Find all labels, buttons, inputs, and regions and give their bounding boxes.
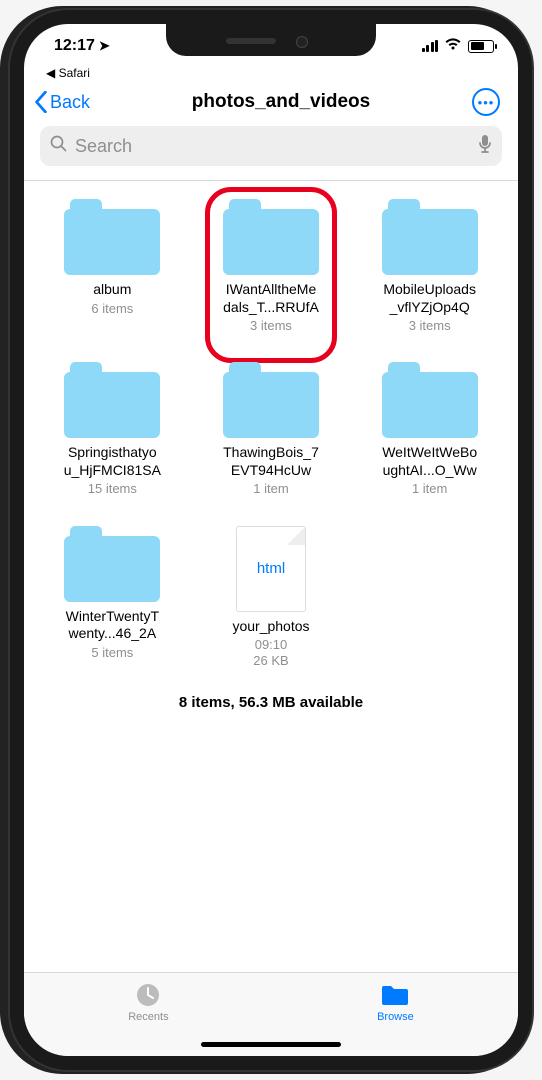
item-meta: 3 items (250, 318, 292, 334)
clock-icon (134, 981, 162, 1009)
back-button[interactable]: Back (34, 91, 90, 113)
item-meta: 5 items (91, 645, 133, 661)
search-icon (50, 135, 67, 157)
item-name: Springisthatyo (68, 444, 157, 462)
item-name-line2: u_HjFMCI81SA (64, 462, 161, 480)
back-label: Back (50, 92, 90, 113)
ellipsis-icon: ••• (478, 95, 495, 110)
folder-icon (381, 981, 409, 1009)
item-meta: 1 item (253, 481, 288, 497)
item-meta: 15 items (88, 481, 137, 497)
item-name-line2: _vflYZjOp4Q (390, 299, 470, 317)
app-return-breadcrumb[interactable]: ◀ Safari (24, 66, 518, 80)
folder-icon (223, 199, 319, 275)
notch (166, 24, 376, 56)
item-meta: 3 items (409, 318, 451, 334)
folder-item[interactable]: MobileUploads_vflYZjOp4Q3 items (357, 199, 502, 334)
item-meta: 6 items (91, 301, 133, 317)
wifi-icon (444, 37, 462, 55)
more-button[interactable]: ••• (472, 88, 500, 116)
file-icon: html (236, 526, 306, 612)
folder-item[interactable]: ThawingBois_7EVT94HcUw1 item (199, 362, 344, 497)
item-name: IWantAlltheMe (226, 281, 317, 299)
folder-icon (64, 526, 160, 602)
microphone-icon[interactable] (478, 134, 492, 159)
page-title: photos_and_videos (192, 91, 370, 113)
folder-icon (382, 199, 478, 275)
nav-bar: Back photos_and_videos ••• (24, 80, 518, 122)
item-name-line2: EVT94HcUw (231, 462, 311, 480)
file-item[interactable]: html your_photos09:10 26 KB (199, 526, 344, 670)
tab-recents[interactable]: Recents (128, 981, 168, 1056)
item-name-line2: dals_T...RRUfA (223, 299, 319, 317)
location-icon: ➤ (99, 38, 110, 54)
folder-item[interactable]: album 6 items (40, 199, 185, 334)
folder-item[interactable]: Springisthatyou_HjFMCI81SA15 items (40, 362, 185, 497)
status-time: 12:17 (54, 37, 95, 55)
item-name: ThawingBois_7 (223, 444, 319, 462)
item-meta: 09:10 26 KB (253, 637, 288, 670)
battery-icon (468, 40, 494, 53)
folder-item[interactable]: IWantAlltheMedals_T...RRUfA3 items (199, 199, 344, 334)
tab-browse[interactable]: Browse (377, 981, 414, 1056)
folder-item[interactable]: WinterTwentyTwenty...46_2A 5 items (40, 526, 185, 670)
search-bar[interactable] (40, 126, 502, 166)
folder-icon (64, 199, 160, 275)
tab-bar: Recents Browse (24, 972, 518, 1056)
item-meta: 1 item (412, 481, 447, 497)
item-name-line2: wenty...46_2A (68, 625, 156, 643)
signal-icon (422, 40, 439, 52)
content-area: album6 itemsIWantAlltheMedals_T...RRUfA3… (24, 181, 518, 972)
phone-frame: 12:17 ➤ ◀ Safari Back photos_and_videos … (10, 10, 532, 1070)
item-name: WinterTwentyT (66, 608, 159, 626)
folder-icon (223, 362, 319, 438)
file-grid: album6 itemsIWantAlltheMedals_T...RRUfA3… (40, 199, 502, 670)
tab-label: Browse (377, 1011, 414, 1023)
screen: 12:17 ➤ ◀ Safari Back photos_and_videos … (24, 24, 518, 1056)
folder-icon (382, 362, 478, 438)
folder-item[interactable]: WeItWeItWeBoughtAI...O_Ww1 item (357, 362, 502, 497)
item-name-line2: ughtAI...O_Ww (383, 462, 477, 480)
tab-label: Recents (128, 1011, 168, 1023)
item-name: your_photos (232, 618, 309, 636)
item-name: WeItWeItWeBo (382, 444, 477, 462)
folder-icon (64, 362, 160, 438)
search-input[interactable] (67, 136, 478, 157)
home-indicator[interactable] (201, 1042, 341, 1047)
item-name: MobileUploads (383, 281, 476, 299)
storage-summary: 8 items, 56.3 MB available (40, 670, 502, 725)
item-name: album (93, 281, 131, 299)
